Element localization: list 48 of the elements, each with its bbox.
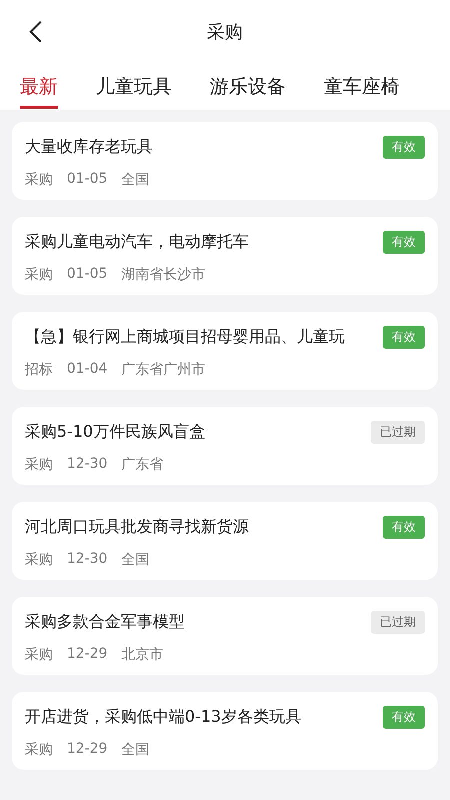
category-tab[interactable]: 游乐设备 bbox=[210, 64, 286, 109]
status-badge: 有效 bbox=[383, 516, 425, 539]
listing-date: 12-30 bbox=[67, 551, 108, 569]
listing-region: 广东省广州市 bbox=[122, 361, 206, 379]
listing-date: 01-04 bbox=[67, 361, 108, 379]
listing-region: 全国 bbox=[122, 551, 150, 569]
status-badge: 有效 bbox=[383, 231, 425, 254]
category-tab[interactable]: 童车座椅 bbox=[324, 64, 400, 109]
listing-date: 12-30 bbox=[67, 456, 108, 474]
listing-region: 全国 bbox=[122, 171, 150, 189]
listing-card[interactable]: 【急】银行网上商城项目招母婴用品、儿童玩 招标 01-04 广东省广州市 有效 bbox=[12, 312, 438, 390]
status-badge: 有效 bbox=[383, 706, 425, 729]
listing-title: 采购儿童电动汽车，电动摩托车 bbox=[25, 232, 249, 253]
listing-card[interactable]: 采购5-10万件民族风盲盒 采购 12-30 广东省 已过期 bbox=[12, 407, 438, 485]
listing-type: 采购 bbox=[25, 266, 53, 284]
listing-title: 河北周口玩具批发商寻找新货源 bbox=[25, 517, 249, 538]
listing-region: 湖南省长沙市 bbox=[122, 266, 206, 284]
listing-date: 01-05 bbox=[67, 266, 108, 284]
listing-title: 采购多款合金军事模型 bbox=[25, 612, 185, 633]
category-tab[interactable]: 最新 bbox=[20, 64, 58, 109]
category-tab[interactable]: 儿童玩具 bbox=[96, 64, 172, 109]
listing-date: 12-29 bbox=[67, 741, 108, 759]
listing-type: 招标 bbox=[25, 361, 53, 379]
listing-card[interactable]: 大量收库存老玩具 采购 01-05 全国 有效 bbox=[12, 122, 438, 200]
listing-type: 采购 bbox=[25, 171, 53, 189]
listing-type: 采购 bbox=[25, 551, 53, 569]
listing-date: 01-05 bbox=[67, 171, 108, 189]
listing-card[interactable]: 开店进货，采购低中端0-13岁各类玩具 采购 12-29 全国 有效 bbox=[12, 692, 438, 770]
status-badge: 已过期 bbox=[371, 611, 425, 634]
page-title: 采购 bbox=[207, 21, 243, 44]
status-badge: 已过期 bbox=[371, 421, 425, 444]
listing-title: 开店进货，采购低中端0-13岁各类玩具 bbox=[25, 707, 302, 728]
listing-card[interactable]: 采购多款合金军事模型 采购 12-29 北京市 已过期 bbox=[12, 597, 438, 675]
back-icon bbox=[29, 20, 43, 44]
listing-type: 采购 bbox=[25, 741, 53, 759]
listing-type: 采购 bbox=[25, 456, 53, 474]
status-badge: 有效 bbox=[383, 136, 425, 159]
listing-type: 采购 bbox=[25, 646, 53, 664]
listing-region: 全国 bbox=[122, 741, 150, 759]
listing-title: 大量收库存老玩具 bbox=[25, 137, 153, 158]
listing-region: 北京市 bbox=[122, 646, 164, 664]
listing-card[interactable]: 采购儿童电动汽车，电动摩托车 采购 01-05 湖南省长沙市 有效 bbox=[12, 217, 438, 295]
listing-date: 12-29 bbox=[67, 646, 108, 664]
listing-title: 采购5-10万件民族风盲盒 bbox=[25, 422, 206, 443]
listing-card[interactable]: 河北周口玩具批发商寻找新货源 采购 12-30 全国 有效 bbox=[12, 502, 438, 580]
status-badge: 有效 bbox=[383, 326, 425, 349]
listing-region: 广东省 bbox=[122, 456, 164, 474]
listing-title: 【急】银行网上商城项目招母婴用品、儿童玩 bbox=[25, 327, 345, 348]
